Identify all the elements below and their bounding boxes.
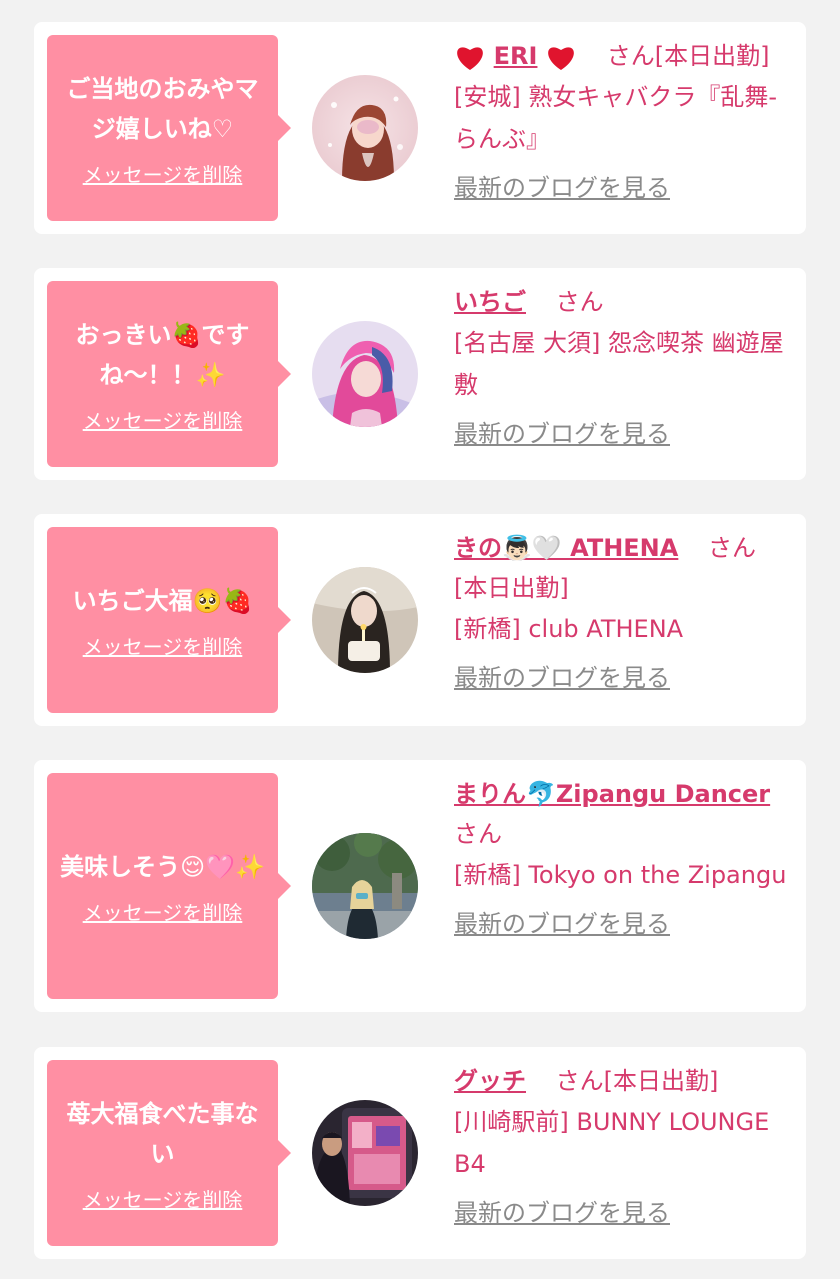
delete-message-link[interactable]: メッセージを削除 xyxy=(83,1184,243,1213)
message-text: いちご大福🥺🍓 xyxy=(72,586,253,615)
message-bubble: おっきい🍓ですね〜！！✨ メッセージを削除 xyxy=(47,281,291,467)
message-bubble: ご当地のおみやマジ嬉しいね♡ メッセージを削除 xyxy=(47,35,291,221)
latest-blog-link[interactable]: 最新のブログを見る xyxy=(454,658,670,698)
attendance-status: [本日出勤] xyxy=(603,1067,719,1095)
honorific: さん xyxy=(707,534,756,562)
message-text: ご当地のおみやマジ嬉しいね♡ xyxy=(66,74,259,143)
avatar[interactable] xyxy=(312,567,418,673)
honorific: さん xyxy=(555,288,604,316)
avatar[interactable] xyxy=(312,321,418,427)
message-card: ご当地のおみやマジ嬉しいね♡ メッセージを削除 ERI さん[本日出勤] [安城… xyxy=(34,22,806,234)
delete-message-link[interactable]: メッセージを削除 xyxy=(83,159,243,188)
avatar[interactable] xyxy=(312,1100,418,1206)
message-card: おっきい🍓ですね〜！！✨ メッセージを削除 いちご さん [名古屋 大須] 怨念… xyxy=(34,268,806,480)
attendance-status: [本日出勤] xyxy=(454,574,569,602)
avatar[interactable] xyxy=(312,75,418,181)
message-card: いちご大福🥺🍓 メッセージを削除 きの👼🏻🤍 ATHENA さん [本日出勤] [… xyxy=(34,514,806,726)
avatar[interactable] xyxy=(312,833,418,939)
cast-info: きの👼🏻🤍 ATHENA さん [本日出勤] [新橋] club ATHENA 最… xyxy=(454,528,794,698)
message-card: 苺大福食べた事ない メッセージを削除 グッチ さん[本日出勤] [川崎駅前] B… xyxy=(34,1047,806,1259)
shop-info: [名古屋 大須] 怨念喫茶 幽遊屋敷 xyxy=(454,329,784,399)
shop-info: [新橋] club ATHENA xyxy=(454,615,684,643)
cast-name-line: グッチ さん[本日出勤] xyxy=(454,1061,794,1101)
cast-name-link[interactable]: きの👼🏻🤍 ATHENA xyxy=(454,534,678,562)
shop-info: [新橋] Tokyo on the Zipangu xyxy=(454,861,787,889)
honorific: さん xyxy=(454,820,502,848)
latest-blog-link[interactable]: 最新のブログを見る xyxy=(454,414,670,454)
delete-message-link[interactable]: メッセージを削除 xyxy=(83,405,243,434)
delete-message-link[interactable]: メッセージを削除 xyxy=(83,897,243,926)
cast-name-line: きの👼🏻🤍 ATHENA さん [本日出勤] xyxy=(454,528,794,608)
cast-name-link[interactable]: ERI xyxy=(494,42,538,70)
cast-info: いちご さん [名古屋 大須] 怨念喫茶 幽遊屋敷 最新のブログを見る xyxy=(454,282,794,454)
cast-name-line: まりん🐬Zipangu Dancer さん xyxy=(454,774,794,854)
heart-icon xyxy=(548,47,574,70)
message-bubble: 美味しそう😌🩷✨ メッセージを削除 xyxy=(47,773,291,999)
message-text: おっきい🍓ですね〜！！✨ xyxy=(75,320,250,389)
message-card: 美味しそう😌🩷✨ メッセージを削除 まりん🐬Zipangu Dancer さん … xyxy=(34,760,806,1012)
cast-name-link[interactable]: まりん🐬Zipangu Dancer xyxy=(454,780,770,808)
shop-info: [川崎駅前] BUNNY LOUNGE B4 xyxy=(454,1108,770,1178)
cast-name-line: ERI さん[本日出勤] xyxy=(454,36,794,76)
message-text: 美味しそう😌🩷✨ xyxy=(60,852,265,881)
heart-icon xyxy=(457,47,483,70)
message-text: 苺大福食べた事ない xyxy=(66,1099,259,1168)
cast-name-link[interactable]: グッチ xyxy=(454,1067,526,1095)
latest-blog-link[interactable]: 最新のブログを見る xyxy=(454,168,670,208)
cast-info: ERI さん[本日出勤] [安城] 熟女キャバクラ『乱舞-らんぶ』 最新のブログ… xyxy=(454,36,794,208)
shop-info: [安城] 熟女キャバクラ『乱舞-らんぶ』 xyxy=(454,83,778,153)
cast-info: グッチ さん[本日出勤] [川崎駅前] BUNNY LOUNGE B4 最新のブ… xyxy=(454,1061,794,1233)
latest-blog-link[interactable]: 最新のブログを見る xyxy=(454,904,670,944)
honorific: さん xyxy=(555,1067,604,1095)
cast-name-line: いちご さん xyxy=(454,282,794,322)
message-bubble: 苺大福食べた事ない メッセージを削除 xyxy=(47,1060,291,1246)
honorific: さん xyxy=(606,42,655,70)
latest-blog-link[interactable]: 最新のブログを見る xyxy=(454,1193,670,1233)
attendance-status: [本日出勤] xyxy=(654,42,770,70)
message-bubble: いちご大福🥺🍓 メッセージを削除 xyxy=(47,527,291,713)
delete-message-link[interactable]: メッセージを削除 xyxy=(83,631,243,660)
cast-info: まりん🐬Zipangu Dancer さん [新橋] Tokyo on the … xyxy=(454,774,794,944)
cast-name-link[interactable]: いちご xyxy=(454,288,526,316)
